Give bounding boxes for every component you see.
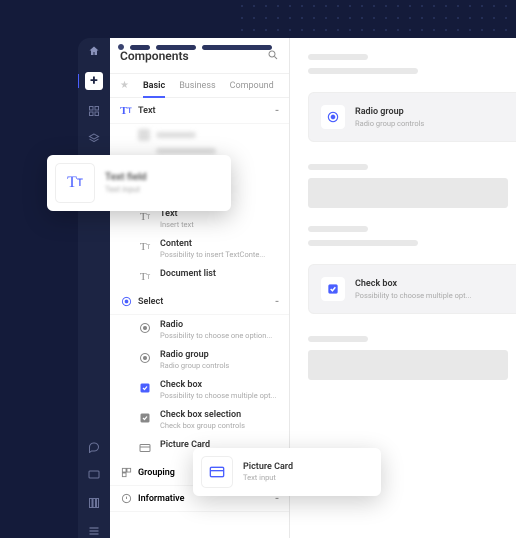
- tab-basic[interactable]: Basic: [143, 81, 165, 91]
- item-checkbox-selection[interactable]: Check box selectionCheck box group contr…: [110, 405, 289, 435]
- item-radio[interactable]: RadioPossibility to choose one option...: [110, 315, 289, 345]
- section-label: Informative: [138, 494, 184, 504]
- collapse-icon[interactable]: -: [275, 295, 279, 308]
- text-section-icon: TT: [120, 105, 132, 117]
- canvas-checkbox-card[interactable]: Check boxPossibility to choose multiple …: [308, 264, 516, 314]
- section-label: Select: [138, 297, 163, 307]
- tab-compound[interactable]: Compound: [230, 81, 274, 91]
- picture-card-icon: [201, 456, 233, 488]
- float-desc: Text input: [105, 185, 147, 194]
- float-title: Picture Card: [243, 462, 293, 472]
- canvas-radio-card[interactable]: Radio groupRadio group controls: [308, 92, 516, 142]
- grid-icon[interactable]: [87, 104, 101, 118]
- desktop-icon[interactable]: [87, 468, 101, 482]
- menu-icon[interactable]: [87, 524, 101, 538]
- radio-group-icon: [138, 351, 152, 365]
- collapse-icon[interactable]: -: [275, 104, 279, 117]
- favorites-icon[interactable]: ★: [120, 80, 129, 91]
- floating-picture-card[interactable]: Picture Card Text input: [193, 448, 381, 496]
- item-checkbox[interactable]: Check boxPossibility to choose multiple …: [110, 375, 289, 405]
- checkbox-icon: [138, 381, 152, 395]
- checkbox-icon: [321, 277, 345, 301]
- float-desc: Text input: [243, 473, 293, 482]
- float-title: Text field: [105, 172, 147, 183]
- icon-sidebar: +: [78, 38, 110, 538]
- item-document-list[interactable]: TT Document list: [110, 264, 289, 289]
- chat-icon[interactable]: [87, 440, 101, 454]
- informative-section-icon: [120, 493, 132, 505]
- radio-icon: [321, 105, 345, 129]
- panel-tabs: ★ Basic Business Compound: [110, 74, 289, 98]
- radio-icon: [138, 321, 152, 335]
- columns-icon[interactable]: [87, 496, 101, 510]
- section-select[interactable]: Select -: [110, 289, 289, 315]
- item-content[interactable]: TT ContentPossibility to insert TextCont…: [110, 234, 289, 264]
- text-icon: TT: [55, 163, 95, 203]
- floating-text-field-card[interactable]: TT Text field Text input: [47, 155, 231, 211]
- content-icon: TT: [138, 240, 152, 254]
- document-icon: TT: [138, 270, 152, 284]
- section-label: Grouping: [138, 468, 175, 478]
- add-button[interactable]: +: [85, 72, 103, 90]
- grouping-section-icon: [120, 467, 132, 479]
- select-section-icon: [120, 296, 132, 308]
- item-radio-group[interactable]: Radio groupRadio group controls: [110, 345, 289, 375]
- home-icon[interactable]: [87, 44, 101, 58]
- checkbox-selection-icon: [138, 411, 152, 425]
- text-icon: TT: [138, 210, 152, 224]
- layers-icon[interactable]: [87, 132, 101, 146]
- section-label: Text: [138, 106, 156, 116]
- section-text[interactable]: TT Text -: [110, 98, 289, 124]
- tab-business[interactable]: Business: [179, 81, 215, 91]
- picture-card-icon: [138, 441, 152, 455]
